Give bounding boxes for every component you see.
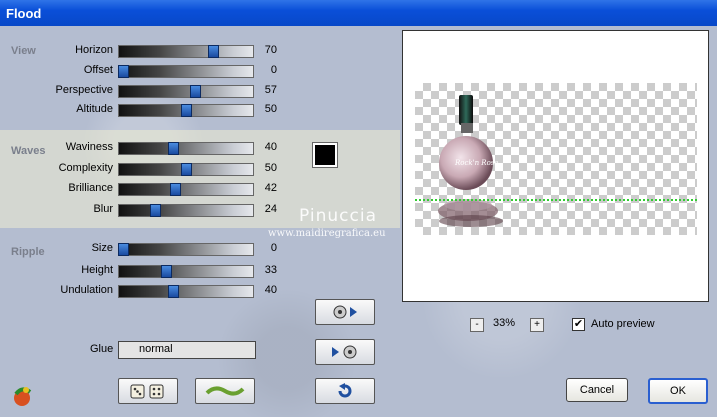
svg-text:Rock'n Rose: Rock'n Rose [454,159,499,167]
undulation-slider-thumb[interactable] [167,285,179,298]
complexity-slider-thumb[interactable] [181,163,192,176]
slider-label-wrap: Undulation [0,283,113,299]
waviness-value: 40 [264,141,277,153]
size-slider[interactable] [118,243,254,256]
window-title: Flood [6,6,42,21]
auto-preview-label: Auto preview [591,318,655,330]
dice-icon [130,384,164,399]
zoom-value: 33% [493,317,516,329]
complexity-label: Complexity [58,162,113,174]
altitude-label: Altitude [76,103,113,115]
waviness-slider[interactable] [118,142,254,155]
height-slider[interactable] [118,265,254,278]
disc-arrow-right-icon [333,305,357,319]
preview-canvas: Rock'n Rose [415,83,697,235]
glue-label: Glue [90,343,114,355]
perspective-value: 57 [264,84,277,96]
slider-label-wrap: Complexity [0,161,113,177]
size-label: Size [91,242,113,254]
randomize-button[interactable] [118,378,178,404]
wave-icon [205,386,245,396]
slider-label-wrap: Waviness [0,140,113,156]
dialog-body: View Waves Ripple Horizon 70 Offset 0 Perspe… [0,26,717,417]
ok-button[interactable]: OK [648,378,708,404]
slider-row-altitude: Altitude 50 [0,102,290,118]
slider-row-complexity: Complexity 50 [0,161,290,177]
slider-label-wrap: Altitude [0,102,113,118]
slider-row-offset: Offset 0 [0,63,290,79]
preview-pane[interactable]: Rock'n Rose [402,30,709,302]
slider-label-wrap: Height [0,263,113,279]
watermark-url: www.maidiregrafica.eu [268,228,386,239]
offset-label: Offset [83,64,113,76]
brilliance-value: 42 [264,182,277,194]
slider-label-wrap: Horizon [0,43,113,59]
slider-row-size: Size 0 [0,241,290,257]
slider-row-waviness: Waviness 40 [0,140,290,156]
slider-row-horizon: Horizon 70 [0,43,290,59]
offset-slider-thumb[interactable] [118,65,130,78]
brilliance-slider-thumb[interactable] [170,183,182,196]
altitude-slider-thumb[interactable] [181,104,192,117]
preview-forward-button[interactable] [315,299,375,325]
complexity-value: 50 [264,162,277,174]
zoom-in-button[interactable]: + [530,318,544,332]
glue-select[interactable]: normal [118,341,256,359]
horizon-slider[interactable] [118,45,254,58]
undulation-label: Undulation [60,284,113,296]
size-slider-thumb[interactable] [118,243,130,256]
slider-label-wrap: Brilliance [0,181,113,197]
size-value: 0 [270,242,277,254]
slider-row-blur: Blur 24 [0,202,290,218]
slider-row-brilliance: Brilliance 42 [0,181,290,197]
slider-label-wrap: Offset [0,63,113,79]
height-label: Height [81,264,113,276]
horizon-label: Horizon [75,44,113,56]
horizon-slider-thumb[interactable] [207,45,219,58]
offset-slider[interactable] [118,65,254,78]
blur-slider[interactable] [118,204,254,217]
complexity-slider[interactable] [118,163,254,176]
horizon-value: 70 [264,44,277,56]
brilliance-slider[interactable] [118,183,254,196]
slider-row-undulation: Undulation 40 [0,283,290,299]
cancel-button[interactable]: Cancel [566,378,628,402]
undo-arrow-icon [338,383,352,398]
slider-row-perspective: Perspective 57 [0,83,290,99]
height-value: 33 [264,264,277,276]
undulation-value: 40 [264,284,277,296]
watermark-name: Pinuccia [299,206,377,226]
slider-label-wrap: Size [0,241,113,257]
blur-label: Blur [93,203,113,215]
reset-button[interactable] [315,378,375,404]
slider-row-height: Height 33 [0,263,290,279]
waviness-slider-thumb[interactable] [167,142,179,155]
blur-value: 24 [264,203,277,215]
slider-label-wrap: Blur [0,202,113,218]
altitude-value: 50 [264,103,277,115]
app-logo-icon [10,384,34,408]
auto-preview-checkbox[interactable]: ✔ [572,318,585,331]
brilliance-label: Brilliance [68,182,113,194]
preview-back-button[interactable] [315,339,375,365]
title-bar[interactable]: Flood [0,0,717,26]
color-swatch[interactable] [312,142,338,168]
height-slider-thumb[interactable] [160,265,172,278]
perspective-slider[interactable] [118,85,254,98]
waviness-label: Waviness [65,141,113,153]
altitude-slider[interactable] [118,104,254,117]
undulation-slider[interactable] [118,285,254,298]
horizon-line[interactable] [415,199,697,201]
perspective-label: Perspective [55,84,113,96]
arrow-disc-icon [332,345,357,359]
preset-button[interactable] [195,378,255,404]
perspective-slider-thumb[interactable] [190,85,202,98]
offset-value: 0 [270,64,277,76]
blur-slider-thumb[interactable] [150,204,162,217]
flood-dialog: Flood View Waves Ripple Horizon 70 Offset 0… [0,0,717,417]
perfume-bottle-image: Rock'n Rose [438,95,503,227]
slider-label-wrap: Perspective [0,83,113,99]
glue-value: normal [139,343,173,355]
zoom-out-button[interactable]: - [470,318,484,332]
